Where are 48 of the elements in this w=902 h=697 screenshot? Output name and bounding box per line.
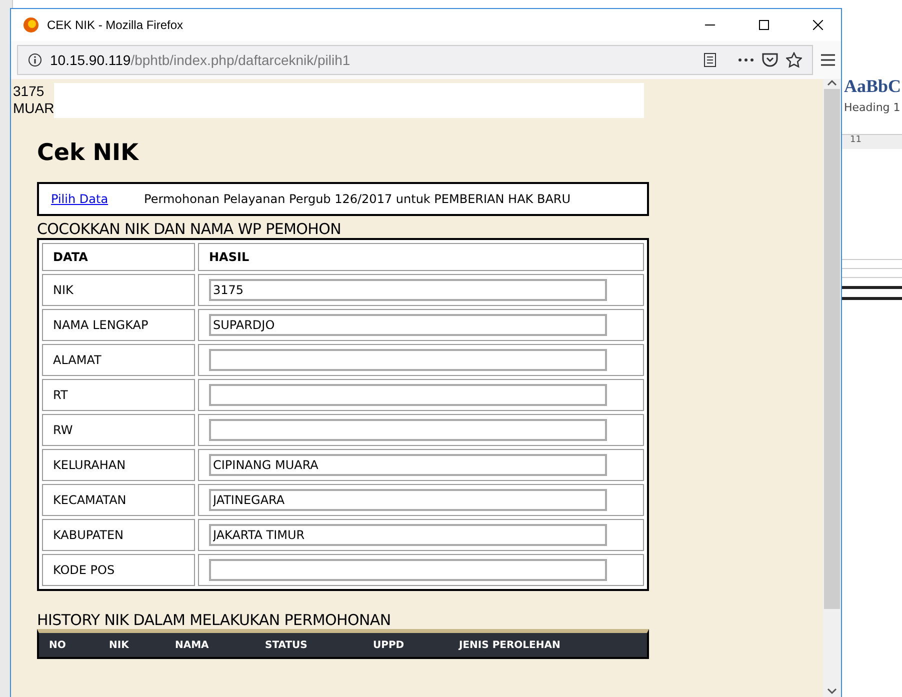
value-field[interactable]: 3175	[209, 279, 607, 301]
field-label: KABUPATEN	[42, 519, 195, 551]
record-text: 3175	[13, 83, 46, 100]
value-field[interactable]: CIPINANG MUARA	[209, 454, 607, 476]
column-header: UPPD	[373, 640, 406, 650]
column-header: STATUS	[265, 640, 308, 650]
record-text: MUAR	[13, 100, 54, 117]
pocket-icon[interactable]	[762, 53, 778, 67]
field-label: KELURAHAN	[42, 449, 195, 481]
style-name: Heading 1	[844, 101, 902, 114]
field-label: KODE POS	[42, 554, 195, 586]
bookmark-star-icon[interactable]	[786, 52, 802, 68]
field-label: RW	[42, 414, 195, 446]
column-header: NAMA	[175, 640, 210, 650]
column-header: JENIS PEROLEHAN	[459, 640, 562, 650]
section-heading: COCOKKAN NIK DAN NAMA WP PEMOHON	[37, 220, 342, 238]
scroll-down-icon[interactable]	[827, 687, 837, 695]
scrollbar-thumb[interactable]	[824, 89, 840, 609]
column-header: HASIL	[198, 243, 644, 271]
ruler: 11	[840, 134, 902, 149]
close-icon	[813, 20, 823, 30]
value-field[interactable]	[209, 559, 607, 581]
column-header: NIK	[109, 640, 130, 650]
select-data-link[interactable]: Pilih Data	[51, 192, 108, 206]
value-field[interactable]	[209, 384, 607, 406]
page-title: Cek NIK	[37, 140, 140, 166]
column-header: DATA	[42, 243, 195, 271]
value-field[interactable]: SUPARDJO	[209, 314, 607, 336]
value-field[interactable]	[209, 349, 607, 371]
value-field[interactable]	[209, 419, 607, 441]
more-icon[interactable]	[738, 58, 754, 62]
scroll-up-icon[interactable]	[827, 79, 837, 87]
reader-view-icon[interactable]	[704, 53, 716, 67]
menu-icon[interactable]	[821, 54, 835, 66]
request-description: Permohonan Pelayanan Pergub 126/2017 untuk PEMBERIAN HAK BARU	[144, 192, 571, 206]
field-label: RT	[42, 379, 195, 411]
window-title: CEK NIK - Mozilla Firefox	[47, 18, 184, 32]
browser-logo-icon	[23, 17, 39, 33]
maximize-icon	[759, 20, 769, 30]
section-heading: HISTORY NIK DALAM MELAKUKAN PERMOHONAN	[37, 611, 392, 629]
column-header: NO	[49, 640, 67, 650]
info-icon[interactable]	[28, 53, 42, 67]
address-bar[interactable]: 10.15.90.119/bphtb/index.php/daftarceknik/pilih1	[17, 45, 813, 75]
field-label: ALAMAT	[42, 344, 195, 376]
field-label: NIK	[42, 274, 195, 306]
style-sample[interactable]: AaBbC	[844, 76, 902, 97]
field-label: NAMA LENGKAP	[42, 309, 195, 341]
field-label: KECAMATAN	[42, 484, 195, 516]
